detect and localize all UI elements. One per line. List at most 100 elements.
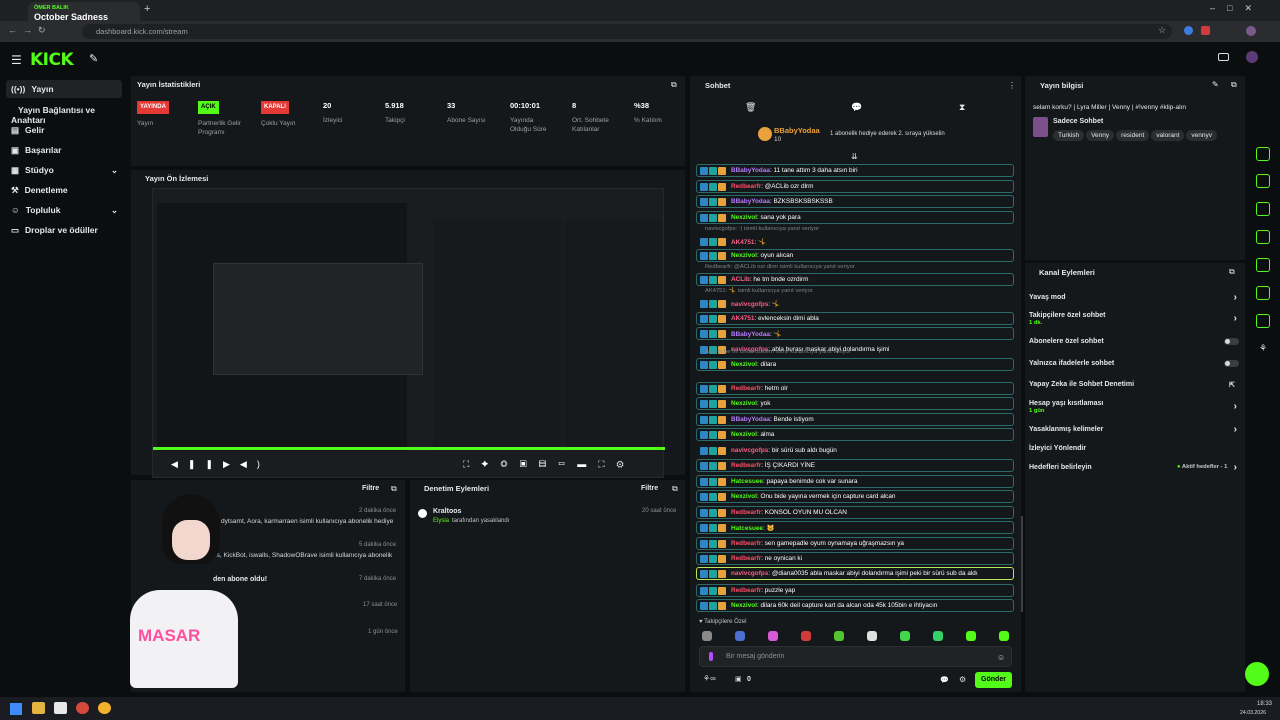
mod-action-icons[interactable]: [700, 416, 730, 424]
chat-input[interactable]: Bir mesaj gönderin ☺: [699, 646, 1012, 667]
progress-bar[interactable]: [153, 447, 665, 450]
mod-action-icons[interactable]: [700, 315, 730, 323]
menu-icon[interactable]: ☰: [11, 53, 22, 67]
sidebar-item-droplar[interactable]: ▭ Droplar ve ödüller: [6, 221, 122, 239]
mod-action-icons[interactable]: [700, 238, 730, 246]
tag[interactable]: vennyv: [1186, 130, 1218, 141]
url-bar[interactable]: dashboard.kick.com/stream: [82, 24, 1172, 39]
category-name[interactable]: Sadece Sohbet: [1053, 118, 1103, 125]
mod-action-icons[interactable]: [700, 330, 730, 338]
chat-message[interactable]: Nexzivol: sana yok para: [696, 211, 1014, 224]
chat-username[interactable]: Nexzivol: [731, 400, 757, 407]
add-tool-icon[interactable]: ⚘: [1259, 343, 1267, 354]
help-chat-icon[interactable]: [1245, 662, 1269, 686]
tool-icon[interactable]: [1256, 230, 1270, 244]
chrome-icon[interactable]: [98, 702, 111, 714]
chat-username[interactable]: Redbearfr: [731, 540, 761, 547]
mod-action-icons[interactable]: [700, 361, 730, 369]
chat-message[interactable]: navivcgofps: @diana0035 abla maskar abiy…: [696, 567, 1014, 580]
slow-mode-row[interactable]: Yavaş mod ›: [1029, 292, 1239, 303]
chat-message[interactable]: BBabyYodaa: BZKSBSKSBSKSSB: [696, 195, 1014, 208]
tool-icon[interactable]: [1256, 286, 1270, 300]
tag[interactable]: resident: [1116, 130, 1150, 141]
chat-message[interactable]: navivcgofps: 🤸: [696, 297, 1014, 310]
chat-username[interactable]: Nexzivol: [731, 361, 757, 368]
chat-bubble-icon[interactable]: 💬: [851, 102, 862, 113]
emote-icon[interactable]: [801, 631, 811, 641]
scroll-down-icon[interactable]: ⇊: [851, 152, 858, 161]
mod-action-icons[interactable]: [700, 214, 730, 222]
account-age-row[interactable]: Hesap yaşı kısıtlaması 1 gün ›: [1029, 400, 1239, 414]
chat-message[interactable]: AK4751: evlenceksin dimi abla: [696, 312, 1014, 325]
mod-action-icons[interactable]: [700, 478, 730, 486]
chat-username[interactable]: Hatcesuee: [731, 478, 763, 485]
mod-action-icons[interactable]: [700, 462, 730, 470]
sidebar-item-gelir[interactable]: ▤ Gelir: [6, 121, 122, 139]
tool-icon[interactable]: [1256, 314, 1270, 328]
profile-avatar[interactable]: [1246, 26, 1256, 36]
chat-username[interactable]: Redbearfr: [731, 509, 761, 516]
pinned-user[interactable]: BBabyYodaa: [774, 126, 820, 135]
chat-message[interactable]: Nexzivol: Onu bide yayına vermek için ca…: [696, 490, 1014, 503]
mod-action-icons[interactable]: [700, 447, 730, 455]
filter-button[interactable]: Filtre: [362, 485, 379, 492]
chat-message[interactable]: Redbearfr: KONSOL OYUN MU OLCAN: [696, 506, 1014, 519]
popout-icon[interactable]: ⧉: [671, 80, 677, 90]
chat-username[interactable]: BBabyYodaa: [731, 331, 770, 338]
app-icon[interactable]: [54, 702, 67, 714]
kick-logo[interactable]: KICK: [30, 50, 74, 70]
chat-username[interactable]: Nexzivol: [731, 602, 757, 609]
chat-message[interactable]: BBabyYodaa: 🤸: [696, 327, 1014, 340]
tag[interactable]: Turkish: [1053, 130, 1085, 141]
mod-action-icons[interactable]: [700, 587, 730, 595]
chat-username[interactable]: BBabyYodaa: [731, 416, 770, 423]
chat-message[interactable]: Redbearfr: ne oynican ki: [696, 552, 1014, 565]
bookmark-star-icon[interactable]: ☆: [1158, 25, 1166, 36]
chat-username[interactable]: Nexzivol: [731, 493, 757, 500]
mod-action-icons[interactable]: [700, 431, 730, 439]
nav-back-icon[interactable]: ←→↻: [8, 25, 52, 36]
subs-only-toggle[interactable]: [1224, 338, 1239, 345]
emoji-icon[interactable]: ☺: [997, 653, 1005, 662]
emote-icon[interactable]: [735, 631, 745, 641]
mod-action-icons[interactable]: [700, 555, 730, 563]
emote-only-row[interactable]: Yalnızca ifadelerle sohbet: [1029, 360, 1239, 367]
mod-action-icons[interactable]: [700, 400, 730, 408]
mod-action-icons[interactable]: [700, 300, 730, 308]
followers-only-row[interactable]: Takipçilere özel sohbet 1 dk. ›: [1029, 312, 1239, 326]
browser-tab[interactable]: ÖMER BALIK October Sadness: [28, 2, 140, 22]
chat-message[interactable]: BBabyYodaa: 11 tane attım 3 daha atsın b…: [696, 164, 1014, 177]
mod-action-icons[interactable]: [700, 276, 730, 284]
sidebar-item-basarilar[interactable]: ▣ Başarılar: [6, 141, 122, 159]
extension-icon[interactable]: [1184, 26, 1193, 35]
gift-icon[interactable]: ▣: [735, 675, 742, 683]
chat-username[interactable]: Nexzivol: [731, 431, 757, 438]
chat-message[interactable]: Redbearfr: puzzle yap: [696, 584, 1014, 597]
chat-username[interactable]: Redbearfr: [731, 183, 761, 190]
emote-icon[interactable]: [999, 631, 1009, 641]
sidebar-item-yayin[interactable]: ((•)) Yayın: [6, 80, 122, 98]
window-controls[interactable]: –□✕: [1210, 3, 1264, 14]
popout-icon[interactable]: ⧉: [391, 484, 397, 494]
mod-action-icons[interactable]: [700, 385, 730, 393]
chat-message[interactable]: Redbearfr: sen gamepadle oyum oynamaya u…: [696, 537, 1014, 550]
user-avatar[interactable]: [1246, 51, 1258, 63]
sidebar-item-stream-key[interactable]: Yayın Bağlantısı ve Anahtarı: [6, 101, 122, 125]
filter-button[interactable]: Filtre: [641, 485, 658, 492]
chat-message[interactable]: Hatcesuee: 🐱: [696, 521, 1014, 534]
chat-message[interactable]: AK4751: 🤸: [696, 235, 1014, 248]
mod-action-icons[interactable]: [700, 167, 730, 175]
mod-action-icons[interactable]: [700, 183, 730, 191]
gear-icon[interactable]: ⚙: [959, 675, 966, 684]
windows-start-icon[interactable]: [10, 703, 22, 715]
chat-username[interactable]: Redbearfr: [731, 385, 761, 392]
community-goal-icon[interactable]: ⚘∞: [703, 674, 716, 683]
chat-settings-icon[interactable]: 💬: [940, 676, 949, 684]
emote-icon[interactable]: [702, 631, 712, 641]
banned-words-row[interactable]: Yasaklanmış kelimeler ›: [1029, 424, 1239, 435]
tool-icon[interactable]: [1256, 147, 1270, 161]
chat-message[interactable]: Nexzivol: alma: [696, 428, 1014, 441]
chat-username[interactable]: Redbearfr: [731, 462, 761, 469]
tag[interactable]: valorant: [1151, 130, 1185, 141]
chat-message[interactable]: Nexzivol: dilara 60k deil capture kart d…: [696, 599, 1014, 612]
